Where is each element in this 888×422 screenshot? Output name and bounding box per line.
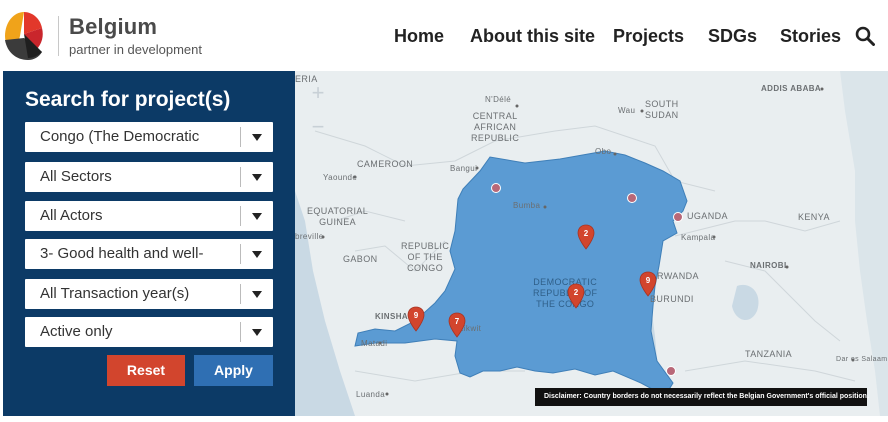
map-label: Dar es Salaam <box>836 356 888 363</box>
country-select[interactable]: Congo (The Democratic <box>25 122 273 152</box>
select-separator <box>240 244 241 264</box>
actor-select[interactable]: All Actors <box>25 201 273 231</box>
brand-name[interactable]: Belgium <box>69 14 157 40</box>
nav-about[interactable]: About this site <box>470 26 595 47</box>
logo-divider <box>58 16 59 56</box>
actor-select-value: All Actors <box>40 207 103 224</box>
map-label: Yaounde <box>323 173 358 182</box>
apply-button[interactable]: Apply <box>194 355 273 386</box>
map-label: ERIA <box>295 74 318 84</box>
map-label: breville <box>295 232 324 241</box>
marker-count: 2 <box>574 288 579 297</box>
map-label: Kampala <box>681 233 716 242</box>
map-label: RWANDA <box>657 271 699 281</box>
brand-tagline: partner in development <box>69 42 202 57</box>
location-dot[interactable] <box>491 183 501 193</box>
map-disclaimer: Disclaimer: Country borders do not neces… <box>535 388 869 406</box>
map-label: UGANDA <box>687 211 728 221</box>
select-separator <box>240 322 241 342</box>
map-label: CENTRAL AFRICAN REPUBLIC <box>471 111 520 143</box>
marker-count: 9 <box>414 311 419 320</box>
reset-button[interactable]: Reset <box>107 355 185 386</box>
project-marker-icon[interactable]: 9 <box>639 271 657 297</box>
map-label: REPUBLIC OF THE CONGO <box>401 241 450 273</box>
map-label: KENYA <box>798 212 830 222</box>
search-panel-title: Search for project(s) <box>25 88 231 111</box>
project-marker-icon[interactable]: 2 <box>577 224 595 250</box>
select-separator <box>240 167 241 187</box>
transaction-year-select[interactable]: All Transaction year(s) <box>25 279 273 309</box>
project-marker-icon[interactable]: 2 <box>567 283 585 309</box>
location-dot[interactable] <box>627 193 637 203</box>
transaction-year-select-value: All Transaction year(s) <box>40 285 190 302</box>
map-label: Obo <box>595 147 612 156</box>
project-marker-icon[interactable]: 7 <box>448 312 466 338</box>
zoom-out-button[interactable]: − <box>305 115 331 139</box>
location-dot[interactable] <box>666 366 676 376</box>
map-label: ADDIS ABABA <box>761 84 822 93</box>
chevron-down-icon <box>252 174 262 181</box>
belgium-logo-icon[interactable] <box>2 10 46 62</box>
map-label: GABON <box>343 254 378 264</box>
map-label: Luanda <box>356 390 386 399</box>
map-label: TANZANIA <box>745 349 793 359</box>
map-label: SOUTH SUDAN <box>645 99 679 120</box>
map-label: Wau <box>618 106 636 115</box>
marker-count: 2 <box>584 229 589 238</box>
project-marker-icon[interactable]: 9 <box>407 306 425 332</box>
status-select-value: Active only <box>40 323 113 340</box>
sector-select[interactable]: All Sectors <box>25 162 273 192</box>
nav-sdgs[interactable]: SDGs <box>708 26 757 47</box>
map-label: DEMOCRATIC REPUBLIC OF THE CONGO <box>533 277 598 309</box>
project-map[interactable]: + − ERIA N'Délé CENTRAL AFRICAN REPUBLIC… <box>295 71 888 416</box>
select-separator <box>240 206 241 226</box>
map-label: KINSHA <box>375 312 409 321</box>
nav-home[interactable]: Home <box>394 26 444 47</box>
chevron-down-icon <box>252 213 262 220</box>
marker-count: 9 <box>646 276 651 285</box>
map-label: EQUATORIAL GUINEA <box>307 206 369 227</box>
sector-select-value: All Sectors <box>40 168 112 185</box>
indian-ocean <box>840 71 888 416</box>
search-icon[interactable] <box>855 26 875 46</box>
select-separator <box>240 284 241 304</box>
zoom-in-button[interactable]: + <box>305 81 331 105</box>
chevron-down-icon <box>252 291 262 298</box>
marker-count: 7 <box>455 317 460 326</box>
sdg-select-value: 3- Good health and well- <box>40 245 204 262</box>
map-label: Bumba <box>513 201 541 210</box>
map-label: Matadi <box>361 339 388 348</box>
select-separator <box>240 127 241 147</box>
location-dot[interactable] <box>673 212 683 222</box>
map-label: CAMEROON <box>357 159 414 169</box>
chevron-down-icon <box>252 134 262 141</box>
map-label: NAIROBI <box>750 261 787 270</box>
search-panel: Search for project(s) Congo (The Democra… <box>3 71 295 416</box>
chevron-down-icon <box>252 329 262 336</box>
country-select-value: Congo (The Democratic <box>40 128 200 145</box>
map-label: N'Délé <box>485 95 512 104</box>
status-select[interactable]: Active only <box>25 317 273 347</box>
chevron-down-icon <box>252 251 262 258</box>
nav-projects[interactable]: Projects <box>613 26 684 47</box>
nav-stories[interactable]: Stories <box>780 26 841 47</box>
site-header: Belgium partner in development Home Abou… <box>0 0 888 70</box>
map-label: Bangui <box>450 164 478 173</box>
lake-victoria <box>732 284 759 321</box>
sdg-select[interactable]: 3- Good health and well- <box>25 239 273 269</box>
